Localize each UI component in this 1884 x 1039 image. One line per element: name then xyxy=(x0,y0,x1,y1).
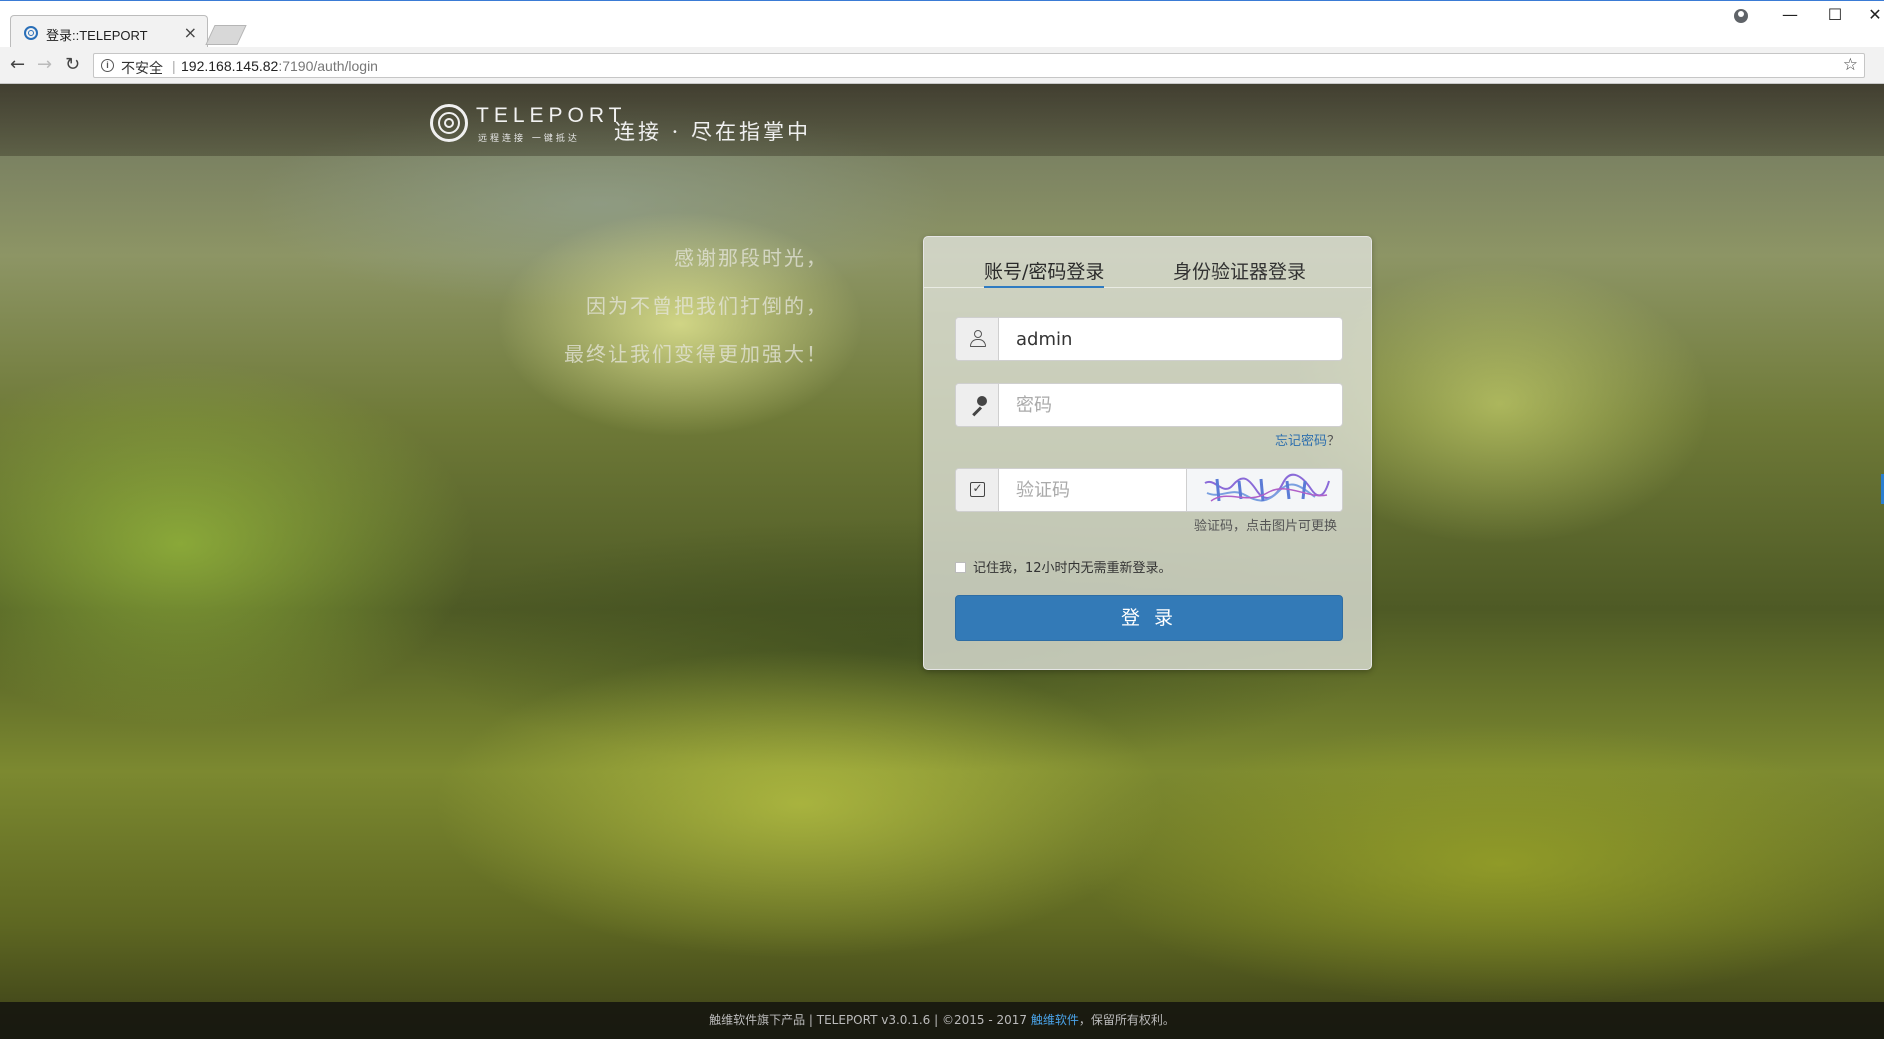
footer-rights: ，保留所有权利。 xyxy=(1078,1013,1175,1027)
info-icon[interactable]: i xyxy=(101,59,114,72)
remember-checkbox[interactable] xyxy=(955,562,966,573)
poem-line-1: 感谢那段时光， xyxy=(674,246,828,270)
back-arrow-icon[interactable]: ← xyxy=(10,54,25,75)
bookmark-star-icon[interactable]: ☆ xyxy=(1843,55,1858,75)
user-icon xyxy=(970,330,986,348)
url-path: :7190/auth/login xyxy=(278,58,378,74)
captcha-squiggle-icon xyxy=(1204,473,1330,502)
remember-label: 记住我，12小时内无需重新登录。 xyxy=(973,561,1172,576)
site-header: TELEPORT 远程连接 一键抵达 连接 · 尽在指掌中 xyxy=(0,84,1884,156)
window-close-button[interactable]: ✕ xyxy=(1855,5,1884,24)
tab-authenticator[interactable]: 身份验证器登录 xyxy=(1173,257,1306,286)
logo-subtitle: 远程连接 一键抵达 xyxy=(478,134,580,144)
login-tabs: 账号/密码登录 身份验证器登录 xyxy=(924,237,1371,288)
account-icon[interactable] xyxy=(1734,9,1748,23)
username-addon xyxy=(956,318,999,360)
logo-name: TELEPORT xyxy=(476,104,627,127)
password-input[interactable] xyxy=(1000,384,1342,426)
browser-titlebar: 登录::TELEPORT × — ☐ ✕ xyxy=(0,0,1884,49)
poem-line-3: 最终让我们变得更加强大！ xyxy=(564,342,828,366)
address-separator: | xyxy=(172,58,176,74)
forgot-password-question: ？ xyxy=(1326,434,1340,449)
teleport-logo-icon xyxy=(430,104,468,142)
footer-company-link[interactable]: 触维软件 xyxy=(1031,1013,1079,1027)
captcha-hint: 验证码，点击图片可更换 xyxy=(1193,519,1337,534)
url-text[interactable]: 192.168.145.82:7190/auth/login xyxy=(181,58,378,74)
address-bar[interactable]: i 不安全 | 192.168.145.82:7190/auth/login ☆ xyxy=(93,53,1865,78)
password-addon xyxy=(956,384,999,426)
remember-me[interactable]: 记住我，12小时内无需重新登录。 xyxy=(955,557,1172,576)
check-square-icon: ✓ xyxy=(970,482,985,497)
username-field xyxy=(955,317,1343,361)
key-icon xyxy=(968,395,988,415)
forward-arrow-icon[interactable]: → xyxy=(37,54,52,75)
teleport-favicon-icon xyxy=(24,26,38,40)
forgot-password-link[interactable]: 忘记密码？ xyxy=(1275,430,1340,449)
captcha-addon: ✓ xyxy=(956,469,999,511)
url-host: 192.168.145.82 xyxy=(181,58,279,74)
captcha-input[interactable] xyxy=(1000,469,1186,511)
login-button[interactable]: 登 录 xyxy=(955,595,1343,641)
new-tab-button[interactable] xyxy=(205,25,247,45)
captcha-image[interactable] xyxy=(1186,469,1342,511)
browser-toolbar: ← → ↻ i 不安全 | 192.168.145.82:7190/auth/l… xyxy=(0,47,1884,84)
login-page: TELEPORT 远程连接 一键抵达 连接 · 尽在指掌中 感谢那段时光， 因为… xyxy=(0,84,1884,1039)
tab-title: 登录::TELEPORT xyxy=(46,28,148,43)
footer-text: 触维软件旗下产品 | TELEPORT v3.0.1.6 | ©2015 - 2… xyxy=(709,1013,1031,1027)
browser-tab[interactable]: 登录::TELEPORT × xyxy=(10,15,208,49)
reload-icon[interactable]: ↻ xyxy=(65,54,80,75)
tab-account-password[interactable]: 账号/密码登录 xyxy=(984,257,1105,288)
page-footer: 触维软件旗下产品 | TELEPORT v3.0.1.6 | ©2015 - 2… xyxy=(0,1002,1884,1039)
slogan: 连接 · 尽在指掌中 xyxy=(614,120,812,144)
username-input[interactable] xyxy=(1000,318,1342,360)
login-card: 账号/密码登录 身份验证器登录 忘记密码？ ✓ 验证码，点击 xyxy=(923,236,1372,670)
tab-close-icon[interactable]: × xyxy=(184,23,197,42)
minimize-button[interactable]: — xyxy=(1770,5,1810,24)
poem-line-2: 因为不曾把我们打倒的， xyxy=(586,294,828,318)
captcha-field: ✓ xyxy=(955,468,1343,512)
maximize-button[interactable]: ☐ xyxy=(1815,5,1855,24)
forgot-password-label: 忘记密码 xyxy=(1274,434,1327,449)
password-field xyxy=(955,383,1343,427)
security-label[interactable]: 不安全 xyxy=(121,58,163,78)
